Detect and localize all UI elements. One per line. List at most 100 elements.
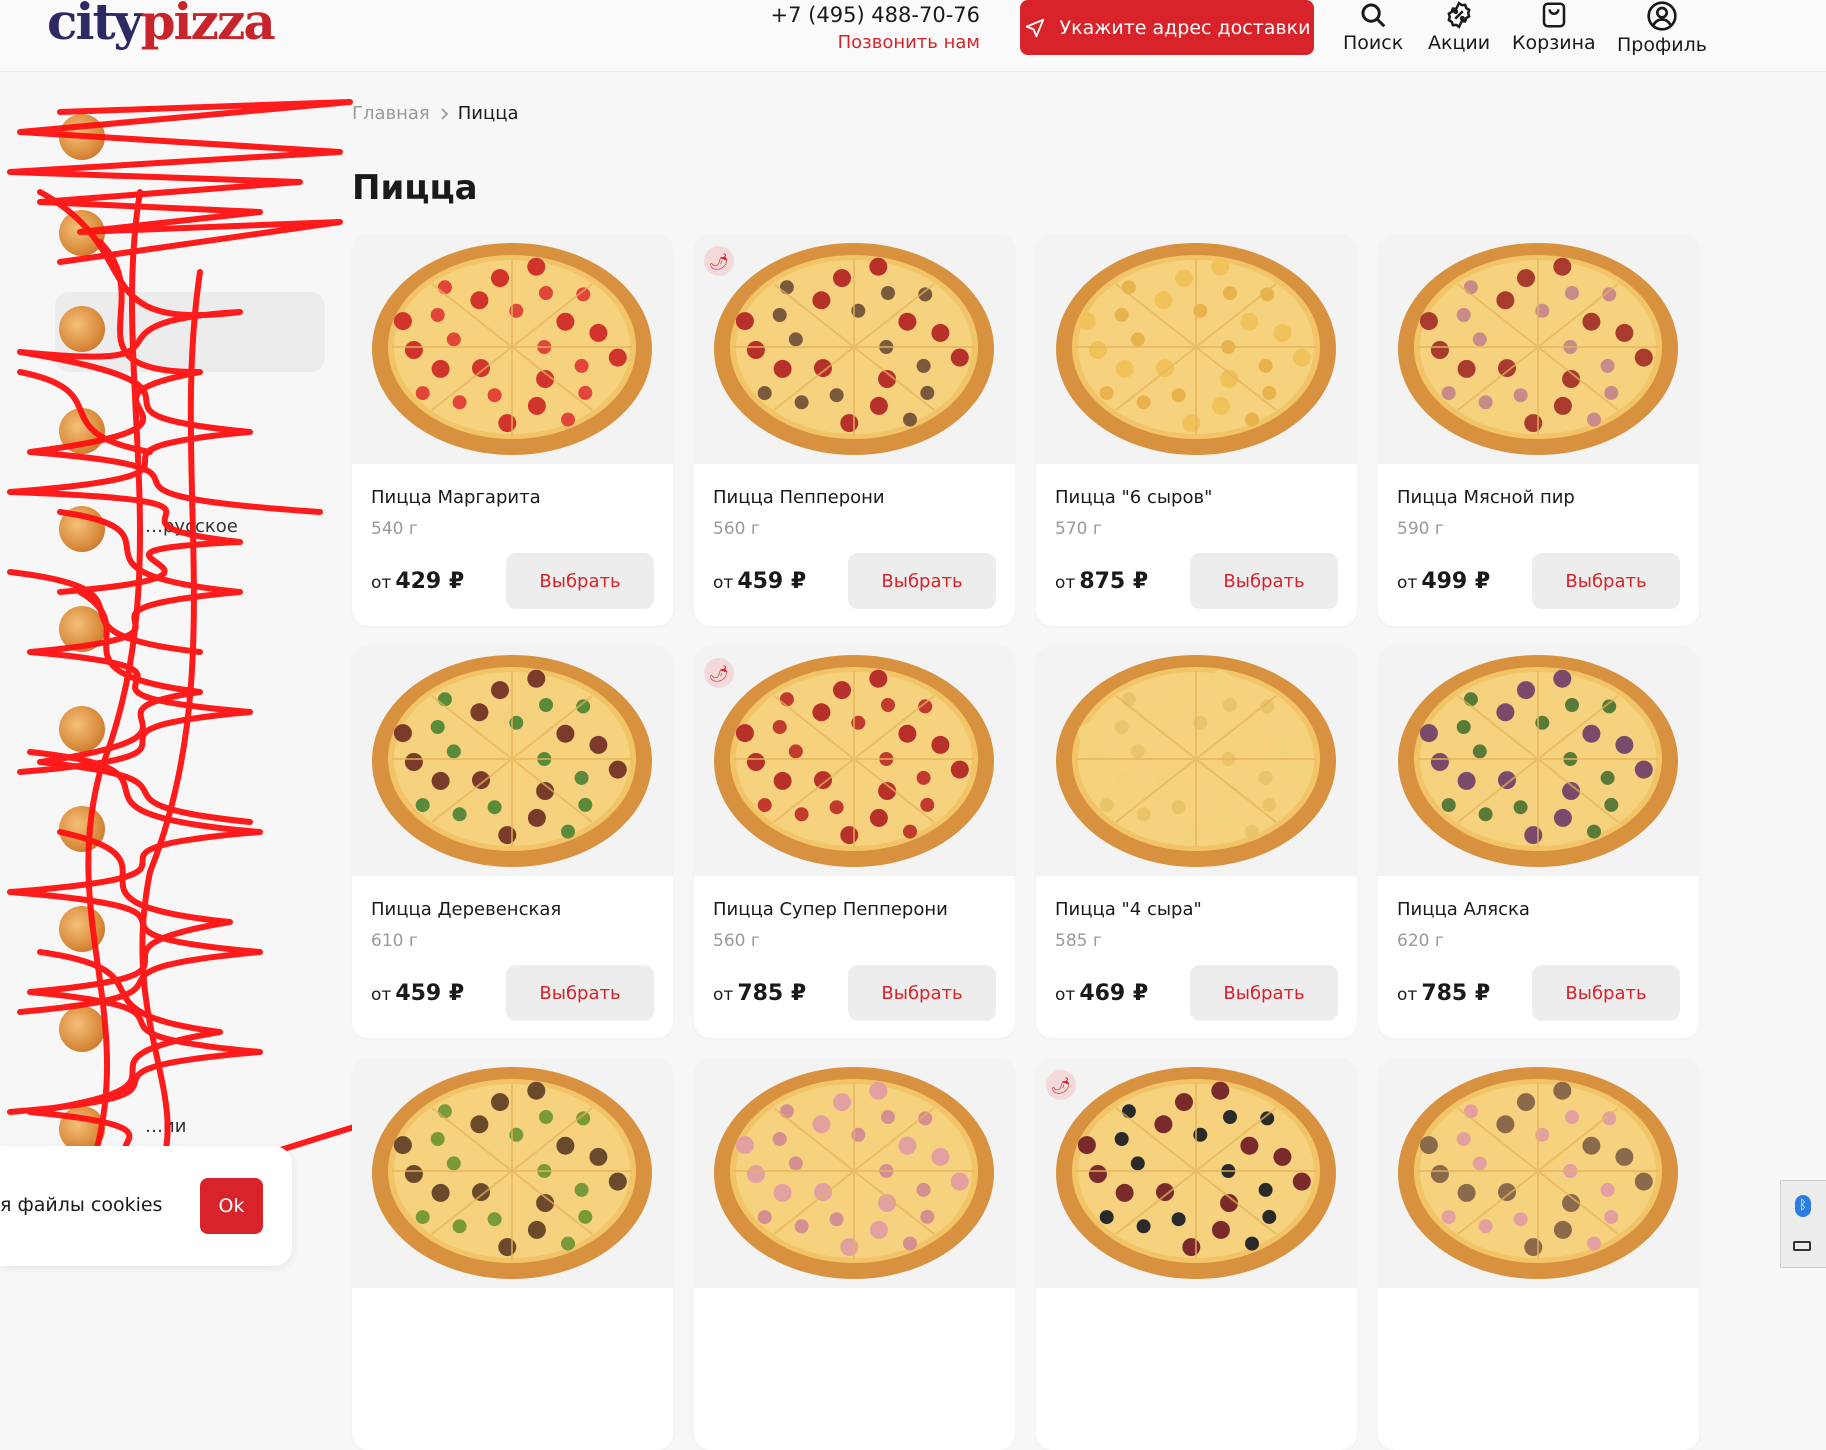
product-card[interactable]: 🌶 xyxy=(1036,1058,1357,1450)
product-name[interactable]: Пицца Деревенская xyxy=(371,899,561,920)
sidebar-item-pizza[interactable] xyxy=(55,292,325,372)
product-image[interactable] xyxy=(352,646,673,876)
product-image[interactable] xyxy=(352,234,673,464)
nav-search[interactable]: Поиск xyxy=(1343,0,1403,54)
product-card[interactable]: Пицца Маргарита 540 г от 429 ₽ Выбрать xyxy=(352,234,673,626)
choose-button[interactable]: Выбрать xyxy=(1532,553,1680,609)
nav-profile[interactable]: Профиль xyxy=(1617,0,1707,56)
nav-promo[interactable]: Акции xyxy=(1428,0,1490,54)
bluetooth-icon[interactable]: ᛒ xyxy=(1795,1195,1811,1217)
product-image[interactable] xyxy=(1036,646,1357,876)
product-image[interactable] xyxy=(694,646,1015,876)
product-image[interactable] xyxy=(1378,1058,1699,1288)
price-value: 785 ₽ xyxy=(737,981,807,1006)
product-name[interactable]: Пицца Мясной пир xyxy=(1397,487,1575,508)
product-image[interactable] xyxy=(694,234,1015,464)
product-name[interactable]: Пицца Маргарита xyxy=(371,487,541,508)
battery-icon[interactable] xyxy=(1793,1241,1811,1251)
pizza-image xyxy=(1398,243,1678,455)
choose-button[interactable]: Выбрать xyxy=(848,965,996,1021)
product-weight: 590 г xyxy=(1397,519,1444,539)
sidebar-item[interactable] xyxy=(55,394,325,466)
product-card[interactable] xyxy=(352,1058,673,1450)
sidebar-item[interactable] xyxy=(55,592,325,664)
price-value: 875 ₽ xyxy=(1079,569,1149,594)
product-price: от 469 ₽ xyxy=(1055,981,1148,1006)
product-image[interactable] xyxy=(694,1058,1015,1288)
sidebar-item-label: …ии xyxy=(145,1116,187,1137)
product-image[interactable] xyxy=(1036,234,1357,464)
product-weight: 610 г xyxy=(371,931,418,951)
sidebar-item[interactable] xyxy=(55,692,325,764)
pizza-image xyxy=(1056,655,1336,867)
product-name[interactable]: Пицца Аляска xyxy=(1397,899,1530,920)
logo[interactable]: citypizza xyxy=(47,0,276,52)
phone-number[interactable]: +7 (495) 488-70-76 xyxy=(771,2,980,28)
pizza-image xyxy=(714,1067,994,1279)
product-name[interactable]: Пицца "4 сыра" xyxy=(1055,899,1202,920)
pizza-image xyxy=(1056,1067,1336,1279)
product-card[interactable] xyxy=(1378,1058,1699,1450)
category-sidebar: …русское …ии xyxy=(0,72,360,1268)
delivery-address-label: Укажите адрес доставки xyxy=(1059,16,1311,39)
price-prefix: от xyxy=(713,573,734,593)
category-thumbnail xyxy=(59,606,105,652)
sidebar-item[interactable] xyxy=(55,992,325,1064)
product-card[interactable]: Пицца Мясной пир 590 г от 499 ₽ Выбрать xyxy=(1378,234,1699,626)
sidebar-item[interactable]: …русское xyxy=(55,492,325,564)
nav-profile-label: Профиль xyxy=(1617,34,1707,56)
price-prefix: от xyxy=(1055,985,1076,1005)
price-prefix: от xyxy=(1055,573,1076,593)
price-value: 459 ₽ xyxy=(395,981,465,1006)
price-prefix: от xyxy=(371,573,392,593)
product-name[interactable]: Пицца Супер Пепперони xyxy=(713,899,948,920)
call-us-link[interactable]: Позвонить нам xyxy=(771,32,980,53)
sidebar-item[interactable] xyxy=(55,100,325,172)
breadcrumb: Главная Пицца xyxy=(352,103,519,124)
category-thumbnail xyxy=(59,114,105,160)
delivery-address-button[interactable]: Укажите адрес доставки xyxy=(1020,0,1314,55)
product-card[interactable]: Пицца Деревенская 610 г от 459 ₽ Выбрать xyxy=(352,646,673,1038)
search-icon xyxy=(1361,3,1386,28)
product-card[interactable]: 🌶 Пицца Супер Пепперони 560 г от 785 ₽ Выбрат… xyxy=(694,646,1015,1038)
product-weight: 585 г xyxy=(1055,931,1102,951)
price-value: 469 ₽ xyxy=(1079,981,1149,1006)
pizza-image xyxy=(1056,243,1336,455)
product-image[interactable] xyxy=(1378,234,1699,464)
category-thumbnail xyxy=(59,706,105,752)
product-card[interactable]: Пицца "6 сыров" 570 г от 875 ₽ Выбрать xyxy=(1036,234,1357,626)
chevron-right-icon xyxy=(441,107,449,120)
product-card[interactable]: Пицца Аляска 620 г от 785 ₽ Выбрать xyxy=(1378,646,1699,1038)
product-name[interactable]: Пицца Пепперони xyxy=(713,487,885,508)
product-name[interactable]: Пицца "6 сыров" xyxy=(1055,487,1212,508)
product-weight: 570 г xyxy=(1055,519,1102,539)
logo-city: city xyxy=(47,0,143,51)
navigation-arrow-icon xyxy=(1025,18,1044,37)
sidebar-item[interactable] xyxy=(55,792,325,864)
product-price: от 785 ₽ xyxy=(713,981,806,1006)
choose-button[interactable]: Выбрать xyxy=(1190,553,1338,609)
shopping-bag-icon xyxy=(1542,2,1566,28)
nav-cart-label: Корзина xyxy=(1512,32,1596,54)
choose-button[interactable]: Выбрать xyxy=(506,553,654,609)
sidebar-item[interactable] xyxy=(55,892,325,964)
product-image[interactable] xyxy=(352,1058,673,1288)
system-tray: ᛒ xyxy=(1780,1180,1826,1268)
sidebar-item[interactable] xyxy=(55,196,325,268)
product-image[interactable] xyxy=(1036,1058,1357,1288)
price-value: 785 ₽ xyxy=(1421,981,1491,1006)
cookie-text: я файлы cookies xyxy=(0,1194,163,1216)
product-image[interactable] xyxy=(1378,646,1699,876)
product-price: от 429 ₽ xyxy=(371,569,464,594)
product-card[interactable]: Пицца "4 сыра" 585 г от 469 ₽ Выбрать xyxy=(1036,646,1357,1038)
pizza-image xyxy=(372,243,652,455)
cookie-ok-button[interactable]: Ok xyxy=(200,1178,263,1234)
choose-button[interactable]: Выбрать xyxy=(848,553,996,609)
product-card[interactable] xyxy=(694,1058,1015,1450)
product-card[interactable]: 🌶 Пицца Пепперони 560 г от 459 ₽ Выбрать xyxy=(694,234,1015,626)
choose-button[interactable]: Выбрать xyxy=(1190,965,1338,1021)
choose-button[interactable]: Выбрать xyxy=(1532,965,1680,1021)
breadcrumb-home[interactable]: Главная xyxy=(352,103,430,124)
nav-cart[interactable]: Корзина xyxy=(1512,0,1596,54)
choose-button[interactable]: Выбрать xyxy=(506,965,654,1021)
